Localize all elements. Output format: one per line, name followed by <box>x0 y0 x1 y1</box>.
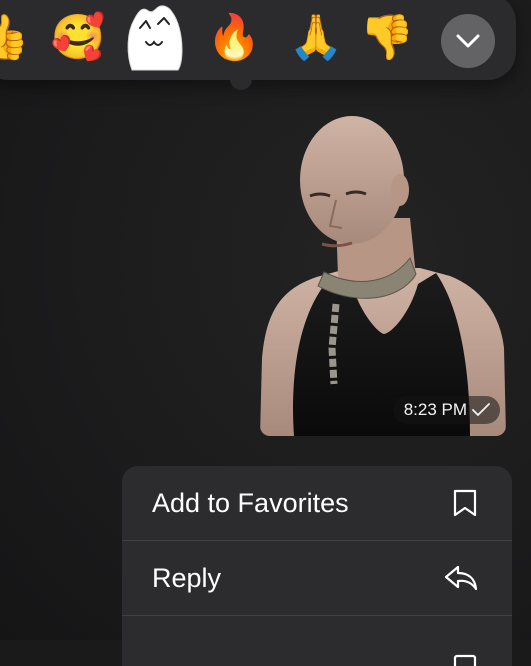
copy-icon <box>453 654 477 666</box>
reaction-smiling-face-with-hearts[interactable]: 🥰 <box>50 8 106 68</box>
reaction-folded-hands[interactable]: 🙏 <box>288 8 344 68</box>
reply-arrow-icon <box>444 565 478 591</box>
menu-item-label: Add to Favorites <box>152 487 349 518</box>
bookmark-icon <box>453 489 477 517</box>
sticker-face-icon <box>127 5 183 71</box>
menu-item-reply[interactable]: Reply <box>122 541 512 615</box>
reaction-thumbs-down[interactable]: 👎 <box>359 8 415 68</box>
reaction-custom-sticker[interactable] <box>124 4 186 74</box>
reaction-thumbs-up[interactable]: 👍 <box>0 8 30 68</box>
message-time: 8:23 PM <box>403 400 467 419</box>
expand-reactions-button[interactable] <box>441 14 495 68</box>
menu-item-partial[interactable] <box>122 616 512 666</box>
menu-item-label: Reply <box>152 562 222 593</box>
photo-message[interactable]: 8:23 PM <box>260 108 506 436</box>
context-menu: Add to Favorites Reply <box>122 466 512 666</box>
chevron-down-icon <box>456 34 480 48</box>
person-sticker-image <box>260 116 506 436</box>
checkmark-icon <box>472 403 490 416</box>
message-timestamp: 8:23 PM <box>392 396 500 424</box>
menu-item-add-to-favorites[interactable]: Add to Favorites <box>122 466 512 540</box>
reaction-fire[interactable]: 🔥 <box>206 8 262 68</box>
